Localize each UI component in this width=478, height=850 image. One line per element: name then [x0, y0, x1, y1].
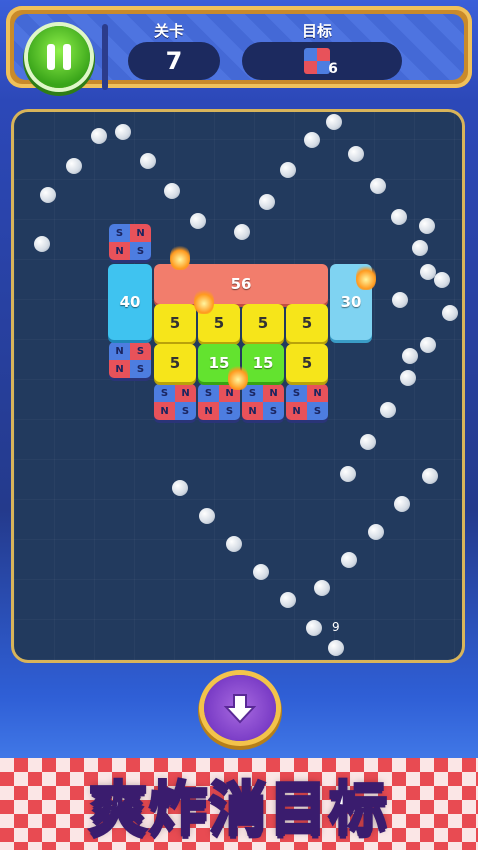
ball — [280, 162, 296, 178]
launcher-ball — [328, 640, 344, 656]
target-count: 6 — [328, 61, 338, 77]
ball — [234, 224, 250, 240]
block-yellow: 5 — [286, 304, 328, 342]
block-yellow: 5 — [242, 304, 284, 342]
ball — [190, 213, 206, 229]
ball — [368, 524, 384, 540]
rocket-fire-icon — [170, 244, 190, 270]
block-cyan-left: 40 — [108, 264, 152, 340]
block-green: 15 — [242, 344, 284, 382]
rocket-fire-icon — [228, 364, 248, 390]
ball — [253, 564, 269, 580]
ball — [304, 132, 320, 148]
block-yellow: 5 — [154, 344, 196, 382]
ball — [34, 236, 50, 252]
target-label: 目标 — [302, 22, 333, 40]
ball — [226, 536, 242, 552]
hud-divider — [102, 24, 108, 90]
ball-count: 9 — [332, 620, 340, 634]
ball — [434, 272, 450, 288]
ball — [199, 508, 215, 524]
block-yellow: 5 — [286, 344, 328, 382]
magnet-block: SN NS — [154, 384, 196, 420]
ball — [420, 337, 436, 353]
pause-icon — [47, 44, 55, 70]
ball — [115, 124, 131, 140]
ball — [40, 187, 56, 203]
ball — [280, 592, 296, 608]
game-screen: 关卡 7 目标 6 9 S N N S N S N S S N N S S N … — [0, 0, 478, 850]
ball — [419, 218, 435, 234]
promo-slogan: 爽炸消目标 — [87, 774, 389, 845]
ball — [326, 114, 342, 130]
magnet-block-icon — [304, 48, 331, 74]
ball — [340, 466, 356, 482]
block-orange-top: 56 — [154, 264, 328, 304]
magnet-block: NS NS — [109, 342, 151, 378]
target-panel: 6 — [242, 42, 402, 80]
ball — [306, 620, 322, 636]
ball — [442, 305, 458, 321]
level-label: 关卡 — [154, 22, 185, 40]
ball — [400, 370, 416, 386]
ball — [314, 580, 330, 596]
ball — [259, 194, 275, 210]
play-board[interactable]: 9 SN NS NS NS SN NS SN NS SN NS SN NS 40… — [14, 112, 462, 660]
pause-button[interactable] — [28, 26, 90, 88]
rocket-fire-icon — [194, 288, 214, 314]
ball — [412, 240, 428, 256]
ball — [402, 348, 418, 364]
ball — [348, 146, 364, 162]
magnet-block: SN NS — [286, 384, 328, 420]
rocket-fire-icon — [356, 264, 376, 290]
ball — [341, 552, 357, 568]
drop-button[interactable] — [204, 675, 276, 741]
ball — [392, 292, 408, 308]
ball — [380, 402, 396, 418]
ball — [370, 178, 386, 194]
down-arrow-icon — [223, 694, 257, 724]
ball — [391, 209, 407, 225]
ball — [394, 496, 410, 512]
ball — [164, 183, 180, 199]
ball — [140, 153, 156, 169]
block-yellow: 5 — [154, 304, 196, 342]
top-hud: 关卡 7 目标 6 — [6, 6, 472, 90]
ball — [422, 468, 438, 484]
ball — [91, 128, 107, 144]
ball — [172, 480, 188, 496]
ball — [66, 158, 82, 174]
level-value: 7 — [128, 42, 220, 80]
magnet-block: SN NS — [242, 384, 284, 420]
ball — [360, 434, 376, 450]
magnet-block: SN NS — [109, 224, 151, 260]
